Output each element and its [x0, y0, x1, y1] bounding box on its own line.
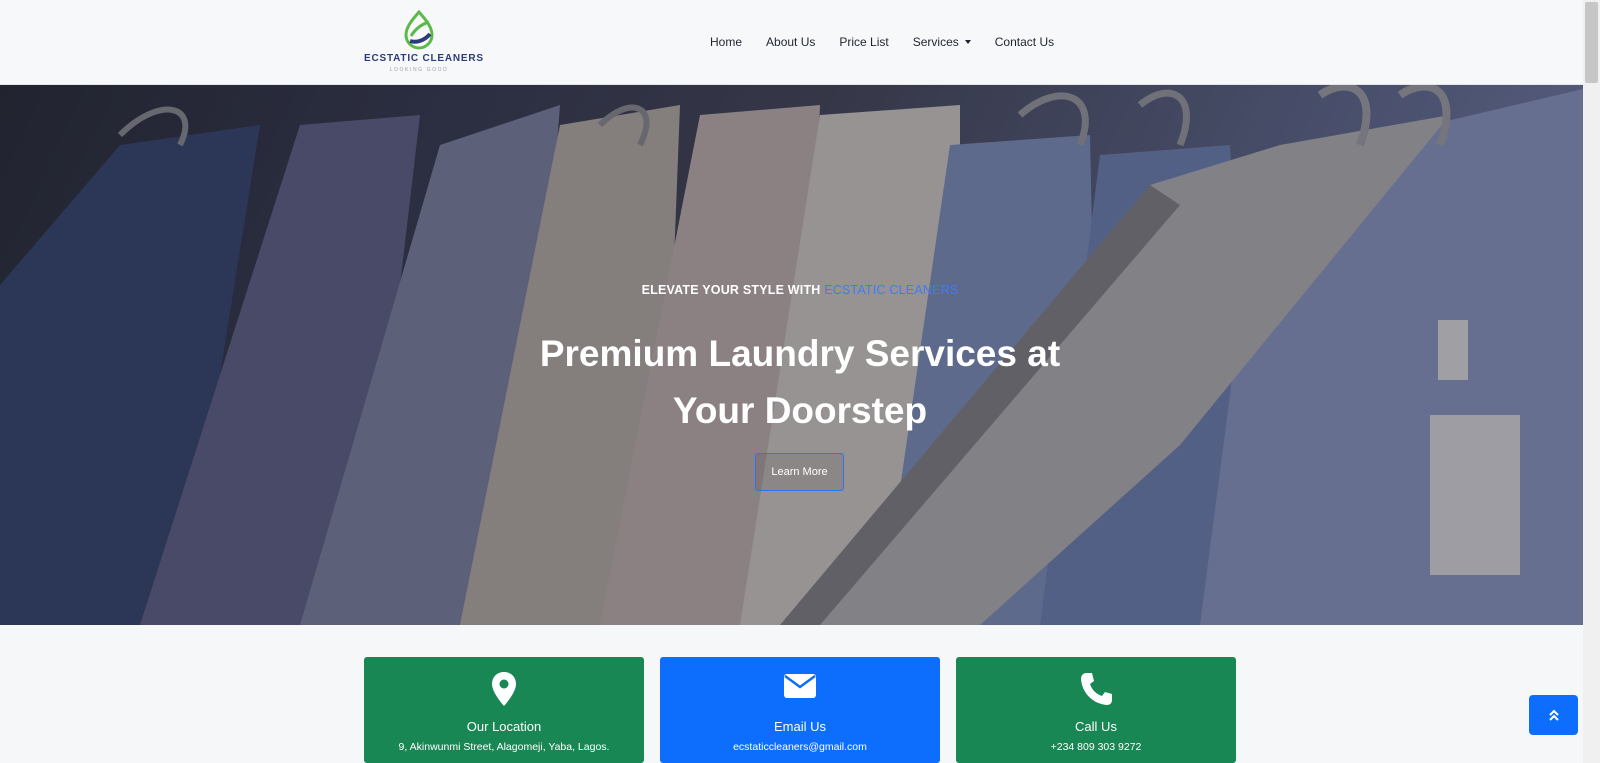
- page-scrollbar[interactable]: [1583, 0, 1600, 763]
- brand-name: ECSTATIC CLEANERS: [364, 53, 484, 64]
- location-card: Our Location 9, Akinwunmi Street, Alagom…: [364, 657, 644, 763]
- location-title: Our Location: [466, 719, 542, 734]
- drop-logo-icon: [404, 10, 434, 50]
- hero-subtitle-accent: ECSTATIC CLEANERS: [824, 283, 959, 297]
- nav-price-label: Price List: [839, 35, 889, 49]
- nav-price-list[interactable]: Price List: [839, 35, 888, 49]
- scrollbar-thumb[interactable]: [1585, 2, 1598, 83]
- map-pin-icon: [364, 672, 644, 706]
- phone-title: Call Us: [1075, 719, 1117, 734]
- nav-contact-us[interactable]: Contact Us: [995, 35, 1054, 49]
- email-card: Email Us ecstaticcleaners@gmail.com: [660, 657, 940, 763]
- nav-services-label: Services: [912, 35, 959, 49]
- back-to-top-button[interactable]: [1529, 695, 1578, 735]
- location-address: 9, Akinwunmi Street, Alagomeji, Yaba, La…: [398, 741, 610, 753]
- phone-icon: [956, 672, 1236, 706]
- nav-home[interactable]: Home: [710, 35, 742, 49]
- brand-logo[interactable]: ECSTATIC CLEANERS LOOKING GOOD: [364, 10, 484, 76]
- email-address[interactable]: ecstaticcleaners@gmail.com: [660, 741, 940, 753]
- hero-title: Premium Laundry Services at Your Doorste…: [539, 333, 1061, 431]
- site-header: ECSTATIC CLEANERS LOOKING GOOD Home Abou…: [0, 0, 1583, 85]
- learn-more-label: Learn More: [771, 466, 828, 478]
- main-nav: Home About Us Price List Services Contac…: [710, 35, 1078, 49]
- email-title: Email Us: [773, 719, 826, 734]
- nav-about-label: About Us: [766, 35, 816, 49]
- envelope-icon: [660, 672, 940, 700]
- nav-services-dropdown[interactable]: Services: [913, 35, 971, 49]
- nav-home-label: Home: [710, 35, 743, 49]
- nav-contact-label: Contact Us: [994, 35, 1055, 49]
- caret-down-icon: [964, 40, 971, 44]
- hero-subtitle: ELEVATE YOUR STYLE WITH ECSTATIC CLEANER…: [0, 283, 1600, 297]
- page: ECSTATIC CLEANERS LOOKING GOOD Home Abou…: [0, 0, 1600, 763]
- phone-card: Call Us +234 809 303 9272: [956, 657, 1236, 763]
- double-chevron-up-icon: [1548, 709, 1559, 721]
- brand-tagline: LOOKING GOOD: [389, 67, 449, 73]
- hero-section: ELEVATE YOUR STYLE WITH ECSTATIC CLEANER…: [0, 85, 1600, 625]
- nav-about-us[interactable]: About Us: [766, 35, 815, 49]
- hero-subtitle-prefix: ELEVATE YOUR STYLE WITH: [641, 283, 825, 297]
- learn-more-button[interactable]: Learn More: [755, 453, 844, 491]
- phone-number[interactable]: +234 809 303 9272: [956, 741, 1236, 753]
